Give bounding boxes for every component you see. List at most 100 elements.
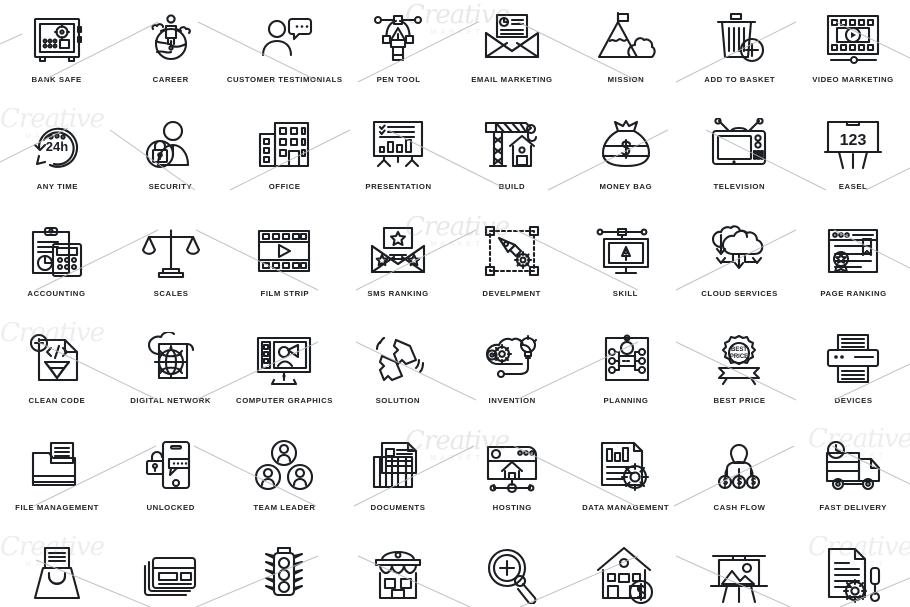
file-management-folder-icon [25, 439, 89, 497]
icon-cell[interactable] [0, 535, 114, 607]
icon-label: DIGITAL NETWORK [130, 395, 212, 406]
icon-label: BANK SAFE [31, 74, 82, 85]
icon-label: TELEVISION [713, 181, 766, 192]
icon-cell[interactable]: COMPUTER GRAPHICS [228, 321, 342, 428]
icon-cell[interactable] [569, 535, 683, 607]
icon-label: ANY TIME [36, 181, 78, 192]
icon-label: MONEY BAG [599, 181, 652, 192]
credit-cards-icon [139, 546, 203, 604]
security-user-lock-icon [139, 118, 203, 176]
icon-cell[interactable]: PAGE RANKING [796, 214, 910, 321]
icon-label: CLEAN CODE [28, 395, 86, 406]
icon-cell[interactable]: MISSION [569, 0, 683, 107]
svg-text:123: 123 [840, 132, 867, 149]
icon-label: DOCUMENTS [370, 502, 426, 513]
icon-cell[interactable]: DOCUMENTS [341, 428, 455, 535]
career-globe-businessman-icon [139, 11, 203, 69]
sms-ranking-envelope-star-icon [366, 225, 430, 283]
icon-label: UNLOCKED [146, 502, 195, 513]
icon-cell[interactable] [341, 535, 455, 607]
icon-cell[interactable]: FILE MANAGEMENT [0, 428, 114, 535]
icon-cell[interactable] [114, 535, 228, 607]
any-time-24h-icon: 24h [25, 118, 89, 176]
icon-cell[interactable]: SKILL [569, 214, 683, 321]
icon-label: OFFICE [268, 181, 301, 192]
icon-cell[interactable]: MONEY BAG [569, 107, 683, 214]
svg-text:PRICE: PRICE [730, 354, 748, 360]
icon-cell[interactable] [796, 535, 910, 607]
icon-cell[interactable]: DEVELPMENT [455, 214, 569, 321]
icon-cell[interactable]: DEVICES [796, 321, 910, 428]
icon-cell[interactable]: SECURITY [114, 107, 228, 214]
icon-cell[interactable]: FAST DELIVERY [796, 428, 910, 535]
icon-cell[interactable]: PEN TOOL [341, 0, 455, 107]
icon-cell[interactable]: EMAIL MARKETING [455, 0, 569, 107]
scales-balance-icon [139, 225, 203, 283]
icon-sheet: Creative MARKET Creative MARKET Creative… [0, 0, 910, 607]
icon-cell[interactable] [683, 535, 797, 607]
icon-cell[interactable]: SCALES [114, 214, 228, 321]
icon-cell[interactable]: DIGITAL NETWORK [114, 321, 228, 428]
development-pen-gear-icon [480, 225, 544, 283]
data-management-gear-report-icon [594, 439, 658, 497]
invention-cloud-gear-bulb-icon [480, 332, 544, 390]
icon-cell[interactable]: 123 EASEL [796, 107, 910, 214]
icon-label: ACCOUNTING [27, 288, 86, 299]
icon-label: BUILD [498, 181, 526, 192]
office-building-icon [252, 118, 316, 176]
icon-cell[interactable]: OFFICE [228, 107, 342, 214]
best-price-badge-icon: BEST PRICE [707, 332, 771, 390]
icon-cell[interactable]: CLEAN CODE [0, 321, 114, 428]
icon-label: PRESENTATION [364, 181, 432, 192]
cash-flow-person-coins-icon [707, 439, 771, 497]
icon-cell[interactable]: ADD TO BASKET [683, 0, 797, 107]
icon-label: DEVELPMENT [482, 288, 542, 299]
icon-cell[interactable]: ACCOUNTING [0, 214, 114, 321]
icon-cell[interactable]: 24h ANY TIME [0, 107, 114, 214]
icon-cell[interactable]: CUSTOMER TESTIMONIALS [226, 0, 343, 107]
traffic-light-icon [252, 546, 316, 604]
computer-graphics-icon [252, 332, 316, 390]
solution-puzzle-icon [366, 332, 430, 390]
icon-cell[interactable]: PRESENTATION [341, 107, 455, 214]
icon-label: FILM STRIP [260, 288, 309, 299]
icon-label: ADD TO BASKET [703, 74, 775, 85]
icon-cell[interactable]: BUILD [455, 107, 569, 214]
icon-label: MISSION [607, 74, 644, 85]
add-to-basket-trash-plus-icon [707, 11, 771, 69]
icon-cell[interactable]: SOLUTION [341, 321, 455, 428]
icon-cell[interactable]: BANK SAFE [0, 0, 114, 107]
team-leader-icon [252, 439, 316, 497]
skill-monitor-pen-icon [594, 225, 658, 283]
icon-label: VIDEO MARKETING [812, 74, 894, 85]
house-price-dollar-icon [594, 546, 658, 604]
icon-cell[interactable] [228, 535, 342, 607]
icon-cell[interactable]: FILM STRIP [228, 214, 342, 321]
mission-mountain-flag-icon [594, 11, 658, 69]
icon-cell[interactable]: HOSTING [455, 428, 569, 535]
icon-cell[interactable]: DATA MANAGEMENT [569, 428, 683, 535]
television-icon [707, 118, 771, 176]
icon-cell[interactable]: TEAM LEADER [228, 428, 342, 535]
icon-label: CLOUD SERVICES [701, 288, 778, 299]
icon-label: SMS RANKING [367, 288, 429, 299]
icon-cell[interactable]: CLOUD SERVICES [683, 214, 797, 321]
icon-cell[interactable]: PLANNING [569, 321, 683, 428]
icon-label: TEAM LEADER [253, 502, 316, 513]
fast-delivery-truck-clock-icon [821, 439, 885, 497]
icon-cell[interactable]: INVENTION [455, 321, 569, 428]
presentation-board-icon [366, 118, 430, 176]
icon-cell[interactable]: UNLOCKED [114, 428, 228, 535]
icon-cell[interactable] [455, 535, 569, 607]
icon-cell[interactable]: CASH FLOW [683, 428, 797, 535]
icon-cell[interactable]: TELEVISION [683, 107, 797, 214]
svg-text:24h: 24h [46, 139, 68, 154]
icon-cell[interactable]: CAREER [114, 0, 228, 107]
icon-cell[interactable]: SMS RANKING [341, 214, 455, 321]
icon-label: CUSTOMER TESTIMONIALS [226, 74, 343, 85]
planning-node-chart-icon [594, 332, 658, 390]
icon-cell[interactable]: VIDEO MARKETING [796, 0, 910, 107]
icon-grid: BANK SAFE CAREER CUSTOMER TESTIMONIALS P… [0, 0, 910, 607]
icon-cell[interactable]: BEST PRICE BEST PRICE [683, 321, 797, 428]
email-marketing-icon [480, 11, 544, 69]
